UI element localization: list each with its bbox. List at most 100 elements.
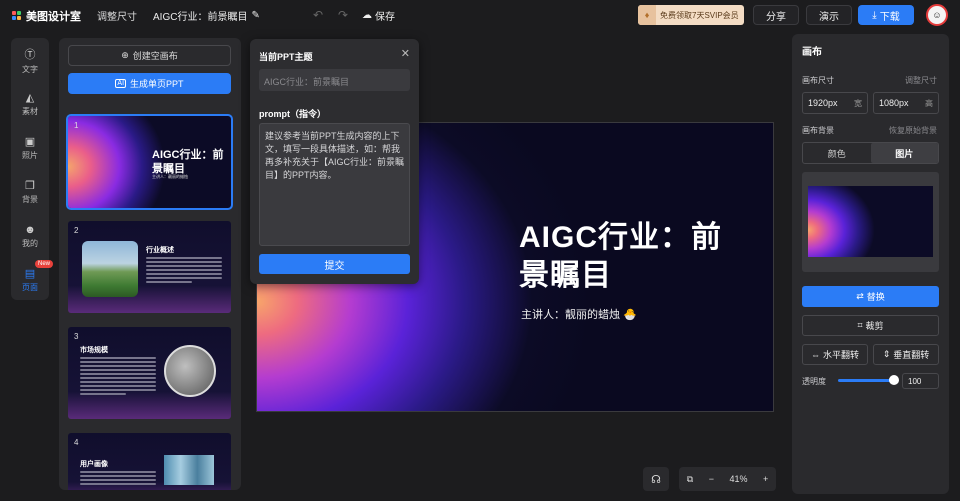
rail-item-text[interactable]: Ⓣ 文字	[11, 42, 49, 78]
panel-heading: 画布	[802, 47, 822, 58]
doc-title[interactable]: AIGC行业：前景瞩目 ✎	[153, 8, 260, 23]
width-field[interactable]: 1920px 宽	[802, 92, 868, 114]
submit-button[interactable]: 提交	[259, 254, 410, 274]
slide-subtitle: 主讲人：靓丽的蜡烛	[152, 174, 188, 179]
slide-thumbnail-4[interactable]: 4 用户画像	[68, 433, 231, 490]
user-icon: ☻	[24, 223, 36, 236]
resize-link[interactable]: 调整尺寸	[905, 75, 937, 86]
restore-bg-link[interactable]: 恢复原始背景	[889, 125, 937, 136]
tab-image[interactable]: 图片	[870, 143, 938, 163]
slide-number: 1	[74, 121, 79, 130]
cloud-save-icon: ☁	[362, 10, 372, 21]
present-label: 演示	[819, 11, 839, 23]
edit-icon[interactable]: ✎	[251, 10, 259, 21]
replace-icon: ⇄	[856, 291, 864, 301]
app-logo[interactable]: 美图设计室	[12, 8, 81, 24]
background-icon: ❒	[25, 180, 35, 192]
plus-circle-icon: ⊕	[121, 50, 129, 60]
rail-item-label: 背景	[22, 195, 38, 204]
slide-thumbnail-1[interactable]: 1 AIGC行业：前景瞩目 主讲人：靓丽的蜡烛	[66, 114, 233, 210]
avatar-icon: ☺	[932, 10, 942, 20]
shapes-icon: ◭	[25, 92, 35, 104]
crop-button[interactable]: ⌗ 裁剪	[802, 315, 939, 336]
resize-menu[interactable]: 调整尺寸	[97, 8, 137, 23]
rail-item-materials[interactable]: ◭ 素材	[11, 86, 49, 122]
zoom-value: 41%	[729, 474, 748, 484]
slide-body-text	[146, 257, 222, 285]
slide-title: AIGC行业：前景瞩目	[152, 149, 224, 175]
canvas-subtitle[interactable]: 主讲人：靓丽的蜡烛 🐣	[521, 306, 637, 322]
share-label: 分享	[766, 11, 786, 23]
avatar[interactable]: ☺	[926, 4, 948, 26]
crop-label: 裁剪	[865, 321, 884, 331]
slide-thumbnail-2[interactable]: 2 行业概述	[68, 221, 231, 313]
slide-body-text	[80, 471, 156, 487]
rail-item-label: 文字	[22, 64, 38, 74]
slide-number: 4	[74, 438, 79, 447]
text-icon: Ⓣ	[24, 48, 36, 61]
slide-thumbnail-3[interactable]: 3 市场规模	[68, 327, 231, 419]
landscape-photo	[82, 241, 138, 297]
share-button[interactable]: 分享	[753, 5, 799, 25]
create-blank-canvas-button[interactable]: ⊕ 创建空画布	[68, 45, 231, 66]
zoom-out-button[interactable]: −	[709, 474, 714, 484]
rail-item-pages[interactable]: New ▤ 页面	[11, 260, 53, 298]
height-unit: 高	[925, 98, 933, 108]
bg-preview	[802, 172, 939, 272]
ai-icon: AI	[115, 79, 127, 88]
undo-icon[interactable]: ↶	[313, 8, 323, 22]
prompt-textarea[interactable]: 建议参考当前PPT生成内容的上下文，填写一段具体描述，如：帮我再多补充关于【AI…	[259, 123, 410, 246]
new-badge: New	[34, 260, 53, 268]
flip-h-label: 水平翻转	[822, 350, 859, 360]
opacity-slider-handle[interactable]	[889, 375, 899, 385]
slide-title: 市场规模	[80, 347, 108, 354]
building-photo	[164, 455, 214, 485]
opacity-slider-track[interactable]	[838, 379, 896, 382]
vip-promo-button[interactable]: ♦ 免费领取7天SVIP会员	[638, 5, 744, 25]
tab-color[interactable]: 颜色	[803, 143, 871, 163]
replace-label: 替换	[866, 292, 885, 302]
flip-vertical-icon: ⇕	[882, 349, 891, 359]
canvas-properties-panel: 画布 画布尺寸 调整尺寸 1920px 宽 1080px 高 画布背景 恢复原始…	[792, 34, 949, 494]
download-label: 下载	[879, 11, 900, 23]
rail-item-photos[interactable]: ▣ 照片	[11, 130, 49, 166]
redo-icon[interactable]: ↷	[338, 8, 348, 22]
download-button[interactable]: ⤓ 下载	[858, 5, 914, 25]
support-button[interactable]: ☊	[643, 467, 669, 491]
save-label: 保存	[375, 12, 395, 23]
slide-body-text	[80, 357, 156, 397]
opacity-label: 透明度	[802, 377, 826, 386]
replace-button[interactable]: ⇄ 替换	[802, 286, 939, 307]
slide-number: 3	[74, 332, 79, 341]
theme-input[interactable]: AIGC行业：前景瞩目	[259, 69, 410, 91]
left-rail: Ⓣ 文字 ◭ 素材 ▣ 照片 ❒ 背景 ☻ 我的 New ▤ 页面	[11, 38, 53, 300]
slide-title: 行业概述	[146, 247, 174, 254]
slide-title: 用户画像	[80, 461, 108, 468]
opacity-input[interactable]: 100	[902, 373, 939, 389]
flip-vertical-button[interactable]: ⇕ 垂直翻转	[873, 344, 939, 365]
app-name: 美图设计室	[26, 10, 81, 23]
submit-label: 提交	[324, 260, 345, 272]
bg-type-toggle: 颜色 图片	[802, 142, 939, 164]
flip-horizontal-button[interactable]: ⇔ 水平翻转	[802, 344, 868, 365]
canvas-title[interactable]: AIGC行业：前景瞩目	[519, 219, 739, 295]
vip-label: 免费领取7天SVIP会员	[660, 10, 739, 20]
pages-icon: ▤	[24, 268, 36, 280]
diamond-icon: ♦	[638, 5, 656, 25]
download-icon: ⤓	[872, 9, 877, 21]
height-field[interactable]: 1080px 高	[873, 92, 939, 114]
image-icon: ▣	[24, 136, 36, 148]
generate-label: 生成单页PPT	[130, 79, 184, 89]
fit-screen-icon[interactable]: ⧉	[687, 474, 693, 485]
generate-single-ppt-button[interactable]: AI 生成单页PPT	[68, 73, 231, 94]
rail-item-mine[interactable]: ☻ 我的	[11, 218, 49, 254]
close-icon[interactable]: ✕	[401, 47, 410, 60]
office-photo	[164, 345, 216, 397]
prompt-heading: prompt（指令）	[259, 109, 326, 119]
rail-item-background[interactable]: ❒ 背景	[11, 174, 49, 210]
present-button[interactable]: 演示	[806, 5, 852, 25]
slide-number: 2	[74, 226, 79, 235]
bg-preview-image	[808, 186, 933, 257]
save-button[interactable]: ☁ 保存	[362, 8, 395, 23]
zoom-in-button[interactable]: +	[763, 474, 768, 484]
